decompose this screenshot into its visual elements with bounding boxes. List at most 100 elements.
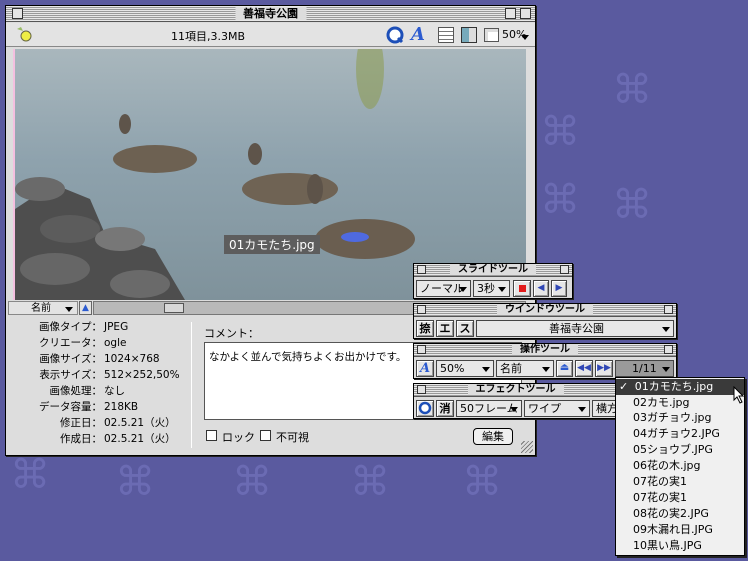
info-value: なし — [104, 385, 125, 397]
eject-button[interactable]: ⏏ — [556, 360, 573, 377]
folder-icon[interactable] — [15, 26, 33, 43]
info-value: 218KB — [104, 401, 139, 413]
slide-tool-window: スライドツール ノーマル 3秒 ◀ ▶ — [413, 263, 573, 299]
close-box[interactable] — [417, 265, 426, 274]
slide-interval-popup[interactable]: 3秒 — [473, 280, 510, 297]
effect-tool-titlebar[interactable]: エフェクトツール — [414, 384, 617, 397]
panel-divider — [191, 322, 192, 448]
window-btn-1[interactable]: 捺 — [416, 320, 434, 337]
effect-popup[interactable]: ワイプ — [524, 400, 590, 417]
effect-value: ワイプ — [528, 402, 561, 415]
erase-button[interactable]: 消 — [436, 400, 454, 417]
menu-item[interactable]: 08花の実2.JPG — [633, 506, 709, 521]
check-icon: ✓ — [619, 380, 629, 393]
window-btn-2[interactable]: エ — [436, 320, 454, 337]
quicktime-icon[interactable] — [386, 26, 404, 44]
grid-view-icon[interactable] — [438, 27, 454, 43]
collapse-box[interactable] — [520, 8, 531, 19]
menu-item[interactable]: 05ショウブ.JPG — [633, 442, 713, 457]
op-zoom-value: 50% — [440, 362, 465, 375]
font-a-icon[interactable]: A — [416, 360, 434, 377]
info-value: 512×252,50% — [104, 369, 180, 381]
op-sort-value: 名前 — [500, 362, 522, 375]
op-sort-popup[interactable]: 名前 — [496, 360, 554, 377]
menu-item[interactable]: 04ガチョウ2.JPG — [633, 426, 720, 441]
info-value: 02.5.21（火） — [104, 417, 176, 429]
window-tool-window: ウインドウツール 捺 エ ス 善福寺公園 — [413, 303, 677, 339]
frames-popup[interactable]: 50フレーム — [456, 400, 522, 417]
resize-grip[interactable] — [521, 441, 533, 453]
info-label: クリエータ： — [39, 337, 102, 349]
collapse-box[interactable] — [664, 345, 673, 354]
comment-text: なかよく並んで気持ちよくお出かけです。 — [209, 351, 407, 363]
effect-tool-title: エフェクトツール — [467, 384, 564, 395]
slide-mode-value: ノーマル — [420, 282, 464, 295]
zoom-box[interactable] — [505, 8, 516, 19]
operation-tool-title: 操作ツール — [512, 344, 578, 355]
info-value: JPEG — [104, 321, 129, 333]
info-label: 表示サイズ： — [39, 369, 102, 381]
window-tool-titlebar[interactable]: ウインドウツール — [414, 304, 676, 317]
stop-button[interactable] — [513, 280, 531, 297]
invisible-label: 不可視 — [276, 431, 309, 444]
info-label: 画像処理： — [49, 385, 103, 397]
operation-tool-titlebar[interactable]: 操作ツール — [414, 344, 676, 357]
close-box[interactable] — [12, 8, 23, 19]
menu-item[interactable]: 09木漏れ日.JPG — [633, 522, 713, 537]
desktop-logo-icon: ⌘ — [540, 177, 580, 223]
info-label: 修正日： — [60, 417, 102, 429]
slide-tool-titlebar[interactable]: スライドツール — [414, 264, 572, 277]
info-label: 画像サイズ： — [39, 353, 102, 365]
info-panel: 画像タイプ： JPEG クリエータ： ogle 画像サイズ： 1024×768 … — [14, 319, 184, 449]
info-label: 作成日： — [60, 433, 102, 445]
file-list-menu: ✓ 01カモたち.jpg 02カモ.jpg 03ガチョウ.jpg 04ガチョウ2… — [615, 377, 745, 556]
collapse-box[interactable] — [664, 305, 673, 314]
image-window-icon[interactable] — [484, 28, 499, 42]
desktop-logo-icon: ⌘ — [115, 459, 155, 505]
sort-label: 名前 — [31, 303, 51, 314]
lock-checkbox[interactable] — [206, 430, 217, 441]
font-a-icon[interactable]: A — [411, 24, 425, 45]
item-count-status: 11項目,3.3MB — [171, 30, 246, 43]
menu-item[interactable]: 07花の実1 — [633, 474, 687, 489]
lock-label: ロック — [222, 431, 255, 444]
next-button[interactable]: ▶ — [551, 280, 567, 297]
slide-interval-value: 3秒 — [477, 282, 495, 295]
image-caption: 01カモたち.jpg — [224, 235, 320, 254]
scrollbar-thumb[interactable] — [164, 303, 184, 313]
rewind-button[interactable]: ◀◀ — [575, 360, 593, 377]
collapse-box[interactable] — [560, 265, 569, 274]
menu-item[interactable]: 06花の木.jpg — [633, 458, 701, 473]
op-zoom-popup[interactable]: 50% — [436, 360, 494, 377]
close-box[interactable] — [417, 305, 426, 314]
main-window-titlebar[interactable]: 善福寺公園 — [6, 6, 535, 22]
info-label: データ容量： — [39, 401, 102, 413]
menu-item-selected[interactable]: ✓ 01カモたち.jpg — [616, 379, 744, 395]
window-title: 善福寺公園 — [235, 7, 306, 20]
close-box[interactable] — [417, 385, 426, 394]
slide-mode-popup[interactable]: ノーマル — [416, 280, 471, 297]
sort-popup[interactable]: 名前 — [8, 301, 78, 315]
desktop-logo-icon: ⌘ — [612, 67, 652, 113]
prev-button[interactable]: ◀ — [533, 280, 549, 297]
window-tool-title: ウインドウツール — [497, 304, 593, 315]
window-btn-3[interactable]: ス — [456, 320, 474, 337]
menu-item[interactable]: 10黒い鳥.JPG — [633, 538, 702, 553]
folder-popup[interactable]: 善福寺公園 — [476, 320, 674, 337]
menu-item[interactable]: 07花の実1 — [633, 490, 687, 505]
quicktime-icon[interactable] — [416, 400, 434, 417]
menu-item[interactable]: 03ガチョウ.jpg — [633, 410, 712, 425]
folder-value: 善福寺公園 — [549, 322, 604, 335]
desktop-logo-icon: ⌘ — [10, 452, 50, 498]
close-box[interactable] — [417, 345, 426, 354]
slide-tool-title: スライドツール — [450, 264, 536, 275]
info-label: 画像タイプ： — [39, 321, 102, 333]
chevron-down-icon[interactable] — [521, 35, 529, 40]
fast-forward-button[interactable]: ▶▶ — [595, 360, 613, 377]
image-counter-popup[interactable]: 1/11 — [615, 360, 674, 377]
sort-direction-button[interactable]: ▲ — [79, 301, 92, 315]
menu-item[interactable]: 02カモ.jpg — [633, 395, 690, 410]
invisible-checkbox[interactable] — [260, 430, 271, 441]
edit-button[interactable]: 編集 — [473, 428, 513, 445]
finder-face-icon[interactable] — [461, 27, 477, 43]
